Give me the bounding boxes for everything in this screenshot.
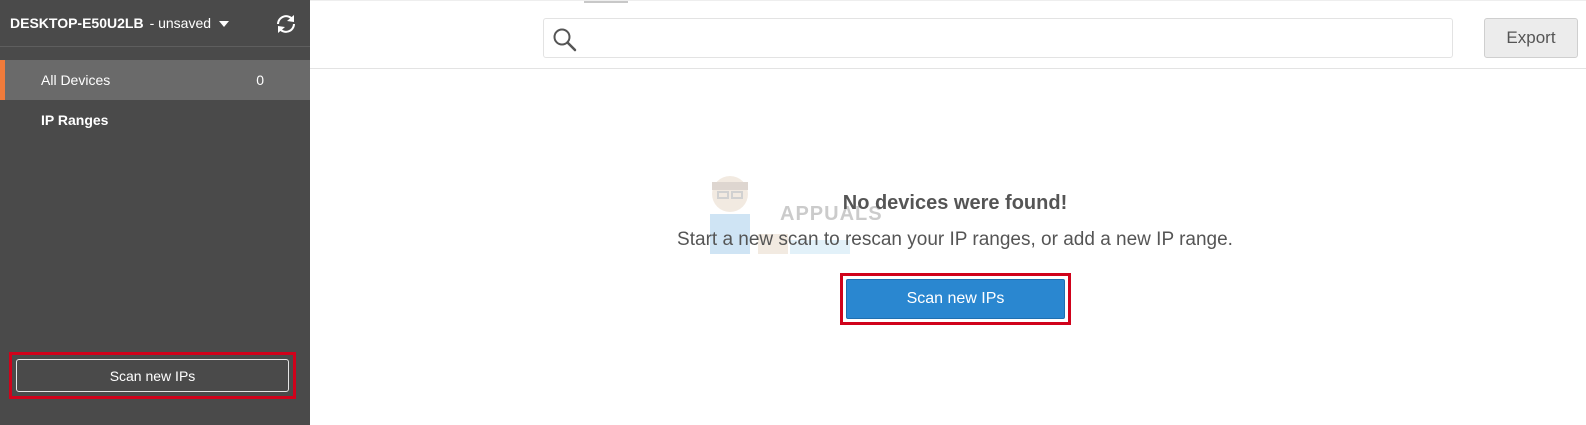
export-button[interactable]: Export xyxy=(1484,18,1578,58)
workspace-header[interactable]: DESKTOP-E50U2LB - unsaved xyxy=(0,0,310,47)
search-input[interactable] xyxy=(588,21,1448,55)
topbar: Export xyxy=(310,0,1586,69)
empty-state-title: No devices were found! xyxy=(842,192,1068,214)
highlight-box: Scan new IPs xyxy=(840,273,1071,325)
device-count: 0 xyxy=(256,72,264,88)
scan-new-ips-button[interactable]: Scan new IPs xyxy=(846,279,1065,319)
tab-indicator xyxy=(584,1,628,3)
sidebar: DESKTOP-E50U2LB - unsaved All Devices 0 … xyxy=(0,0,310,425)
sidebar-item-ip-ranges[interactable]: IP Ranges xyxy=(0,100,310,140)
search-box[interactable] xyxy=(543,18,1453,58)
empty-state-description: Start a new scan to rescan your IP range… xyxy=(677,229,1233,250)
refresh-icon[interactable] xyxy=(274,12,298,36)
highlight-box: Scan new IPs xyxy=(9,352,296,399)
sidebar-item-label: IP Ranges xyxy=(41,112,109,128)
workspace-title: DESKTOP-E50U2LB xyxy=(10,15,144,31)
sidebar-item-all-devices[interactable]: All Devices 0 xyxy=(0,60,310,100)
search-icon xyxy=(553,28,577,52)
sidebar-scan-new-ips-button[interactable]: Scan new IPs xyxy=(16,359,289,392)
sidebar-item-label: All Devices xyxy=(41,72,111,88)
workspace-status: - unsaved xyxy=(149,15,212,31)
chevron-down-icon[interactable] xyxy=(219,21,230,27)
